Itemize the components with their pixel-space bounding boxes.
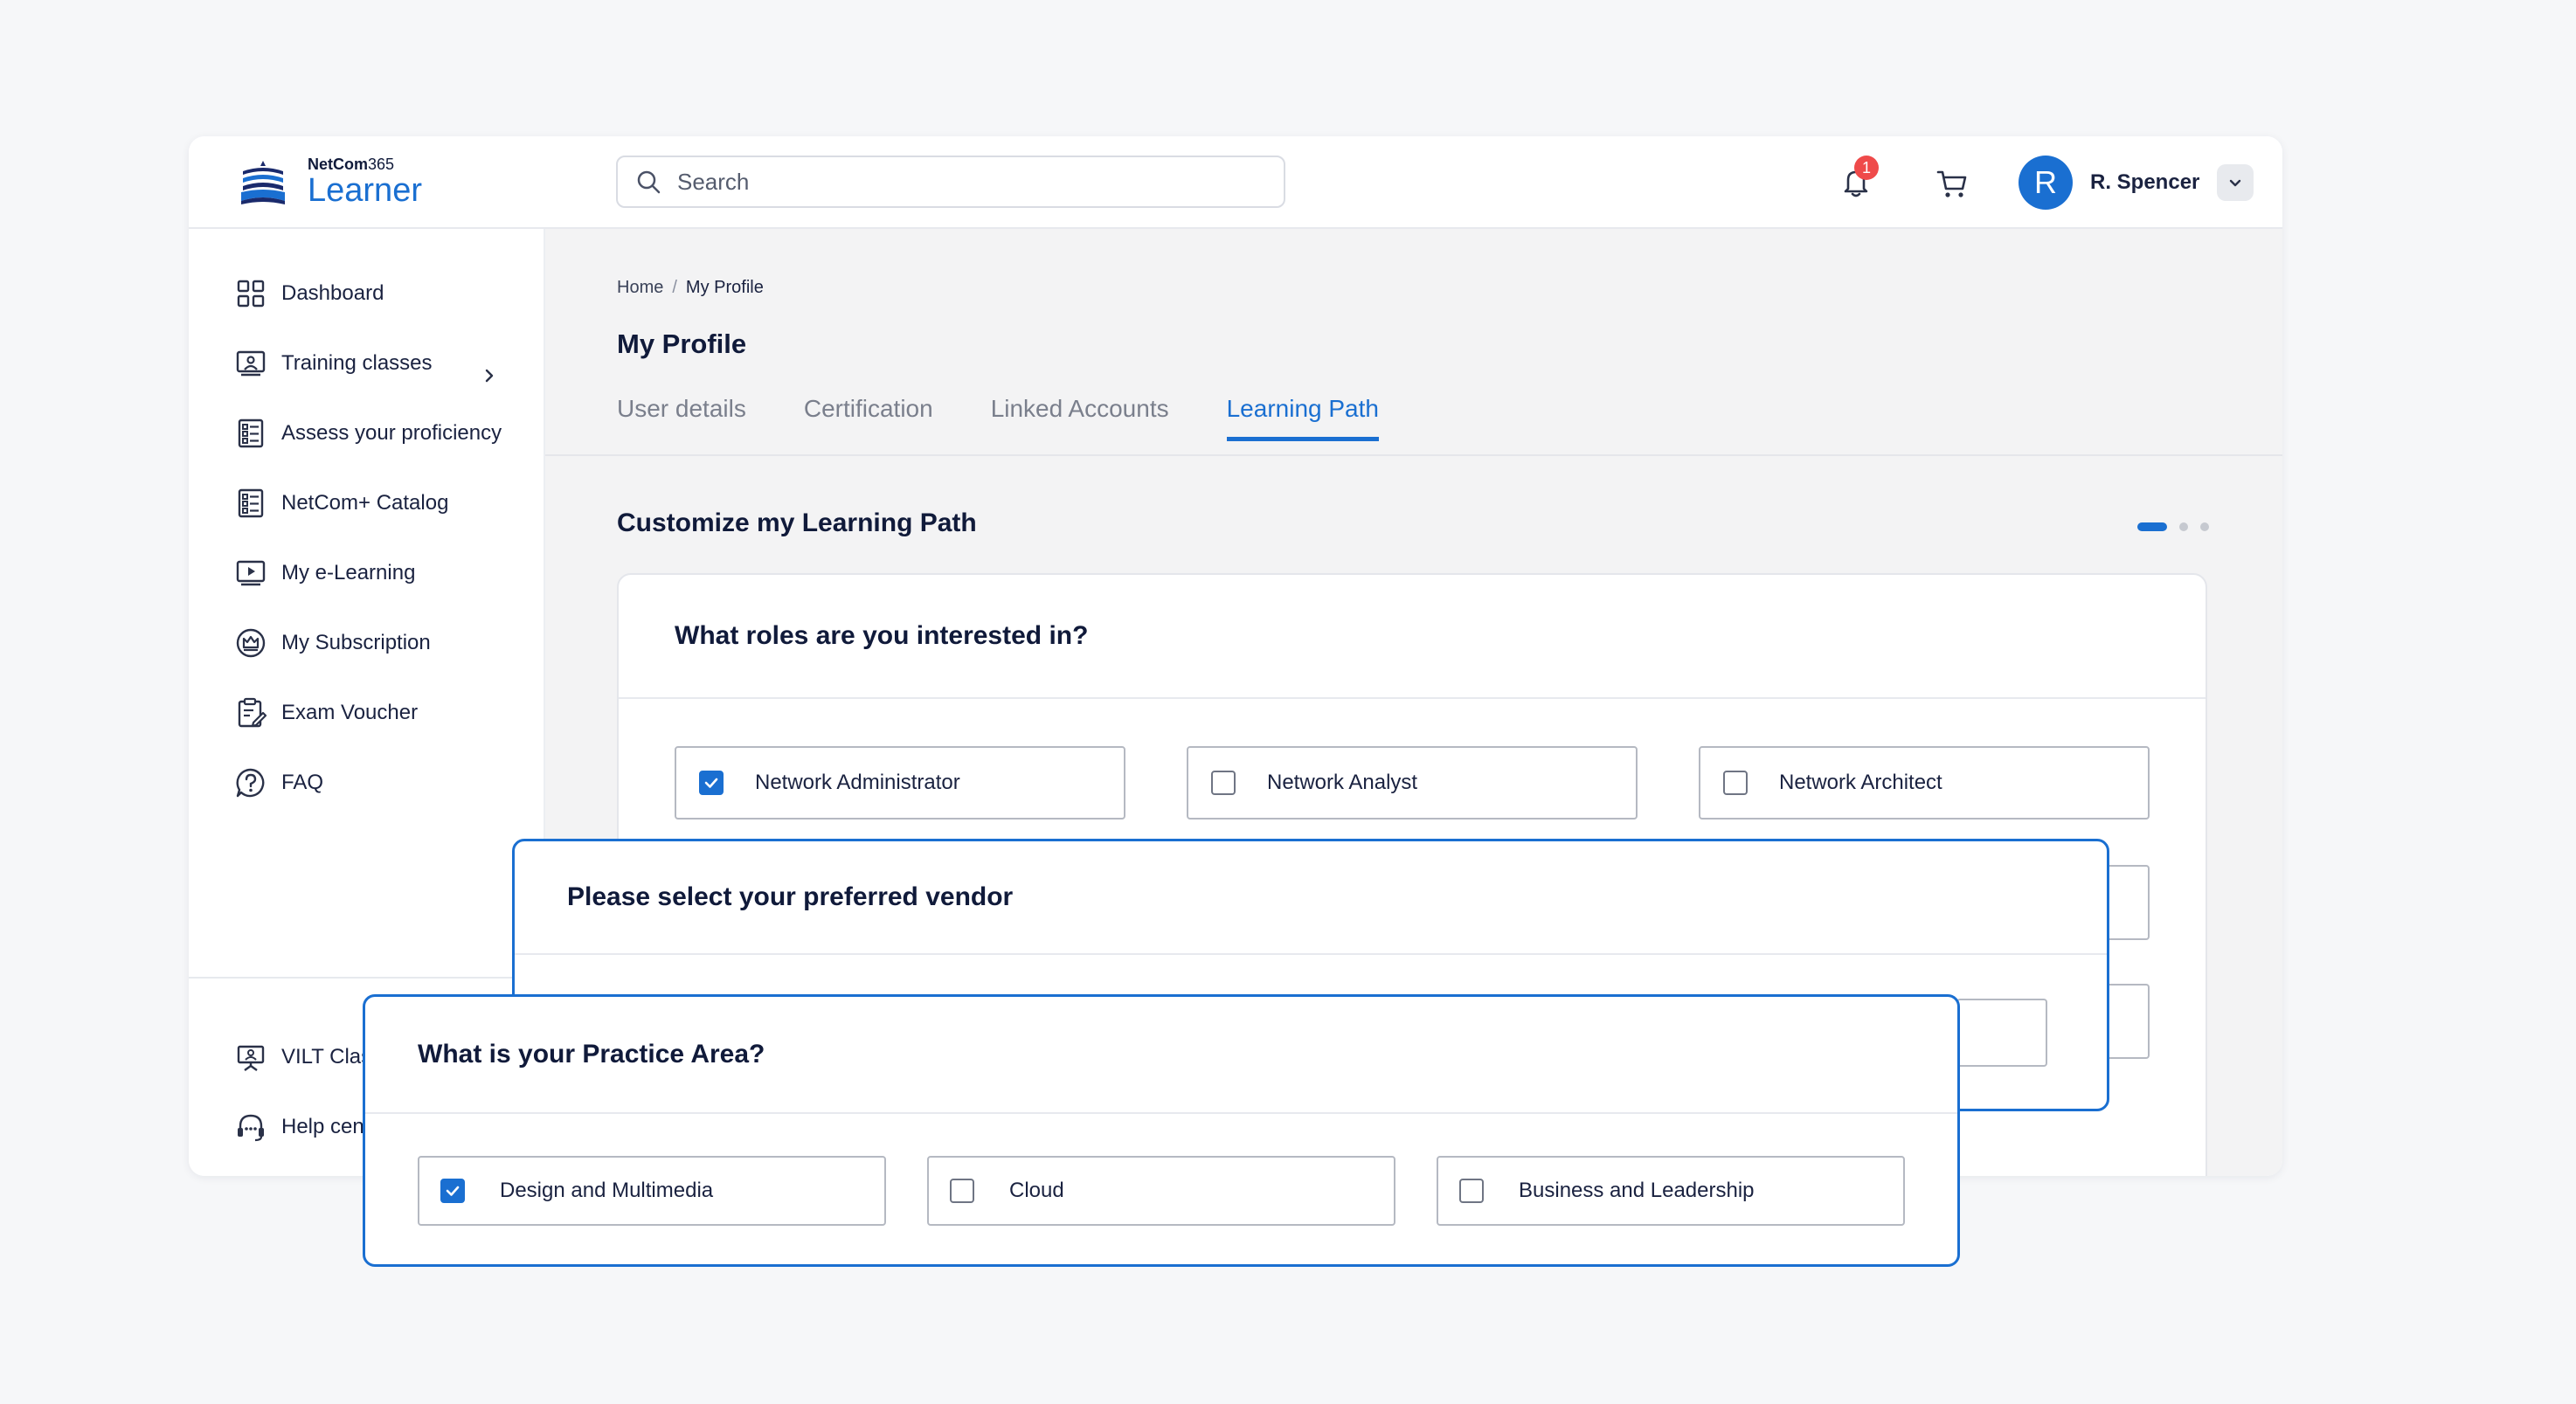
check-icon bbox=[446, 1186, 460, 1196]
user-name: R. Spencer bbox=[2090, 170, 2200, 194]
breadcrumb-current: My Profile bbox=[685, 278, 764, 297]
sidebar-item-label: Training classes bbox=[281, 351, 433, 375]
sidebar-item-label: FAQ bbox=[281, 771, 324, 794]
stacked-books-logo-icon bbox=[241, 161, 285, 204]
practice-question: What is your Practice Area? bbox=[365, 997, 1957, 1114]
hidden-option-box bbox=[1956, 999, 2047, 1067]
sidebar-item-label: NetCom+ Catalog bbox=[281, 491, 449, 515]
checklist-icon bbox=[238, 488, 264, 518]
option-label: Network Analyst bbox=[1267, 771, 1418, 794]
tab-learning-path[interactable]: Learning Path bbox=[1226, 395, 1379, 441]
clipboard-edit-icon bbox=[238, 697, 267, 728]
presentation-icon bbox=[236, 350, 266, 377]
sidebar-item-exam-voucher[interactable]: Exam Voucher bbox=[234, 694, 418, 732]
sidebar-item-my-subscription[interactable]: My Subscription bbox=[234, 624, 431, 662]
role-option-network-architect[interactable]: Network Architect bbox=[1699, 746, 2150, 820]
sidebar-item-label: Dashboard bbox=[281, 281, 384, 305]
chevron-down-icon bbox=[2230, 179, 2241, 187]
avatar[interactable]: R bbox=[2019, 156, 2073, 210]
sidebar-item-dashboard[interactable]: Dashboard bbox=[234, 274, 384, 313]
checkbox[interactable] bbox=[1723, 771, 1748, 795]
tab-linked-accounts[interactable]: Linked Accounts bbox=[991, 395, 1169, 441]
checkbox[interactable] bbox=[950, 1179, 974, 1203]
role-option-network-analyst[interactable]: Network Analyst bbox=[1187, 746, 1638, 820]
sidebar-item-label: My e-Learning bbox=[281, 561, 416, 584]
option-label: Network Administrator bbox=[755, 771, 960, 794]
sidebar-item-label: Exam Voucher bbox=[281, 701, 419, 724]
option-label: Network Architect bbox=[1779, 771, 1942, 794]
chevron-right-icon[interactable] bbox=[479, 365, 500, 386]
option-label: Cloud bbox=[1009, 1179, 1064, 1202]
tabs-divider bbox=[545, 454, 2282, 456]
crown-icon bbox=[236, 628, 266, 658]
step-dot bbox=[2200, 522, 2209, 531]
checkbox-checked[interactable] bbox=[699, 771, 724, 795]
profile-tabs: User details Certification Linked Accoun… bbox=[617, 395, 1437, 441]
brand-product: Learner bbox=[308, 172, 422, 209]
search-input[interactable] bbox=[677, 168, 1201, 196]
tab-user-details[interactable]: User details bbox=[617, 395, 746, 441]
cart-button[interactable] bbox=[1928, 159, 1977, 208]
step-dot bbox=[2179, 522, 2188, 531]
easel-icon bbox=[237, 1045, 265, 1071]
checkbox-checked[interactable] bbox=[440, 1179, 465, 1203]
vendor-question: Please select your preferred vendor bbox=[515, 841, 2107, 955]
sidebar-divider bbox=[189, 977, 545, 979]
role-option-network-administrator[interactable]: Network Administrator bbox=[675, 746, 1125, 820]
sidebar-item-label: Assess your proficiency bbox=[281, 421, 502, 445]
checklist-icon bbox=[238, 418, 264, 448]
sidebar-item-assess-proficiency[interactable]: Assess your proficiency bbox=[234, 414, 502, 453]
option-label: Design and Multimedia bbox=[500, 1179, 714, 1202]
user-menu[interactable]: R R. Spencer bbox=[2019, 156, 2254, 210]
practice-option-cloud[interactable]: Cloud bbox=[927, 1156, 1395, 1226]
sidebar-item-my-elearning[interactable]: My e-Learning bbox=[234, 554, 415, 592]
sidebar-item-training-classes[interactable]: Training classes bbox=[234, 344, 433, 383]
practice-area-card: What is your Practice Area? Design and M… bbox=[363, 994, 1960, 1267]
section-title: Customize my Learning Path bbox=[617, 508, 977, 537]
checkbox[interactable] bbox=[1211, 771, 1236, 795]
search-box[interactable] bbox=[616, 156, 1285, 208]
practice-option-business-leadership[interactable]: Business and Leadership bbox=[1437, 1156, 1905, 1226]
grid-icon bbox=[237, 280, 265, 308]
breadcrumb-separator: / bbox=[672, 278, 677, 297]
check-icon bbox=[704, 778, 718, 788]
page-title: My Profile bbox=[617, 329, 747, 359]
roles-question: What roles are you interested in? bbox=[619, 575, 2206, 699]
checkbox[interactable] bbox=[1459, 1179, 1484, 1203]
notification-count-badge: 1 bbox=[1854, 156, 1879, 180]
user-dropdown-button[interactable] bbox=[2217, 164, 2254, 201]
step-dot-active bbox=[2137, 522, 2167, 531]
breadcrumb-home-link[interactable]: Home bbox=[617, 278, 663, 298]
breadcrumb: Home / My Profile bbox=[617, 278, 764, 298]
brand-logo[interactable]: NetCom365 Learner bbox=[239, 156, 422, 208]
tab-certification[interactable]: Certification bbox=[804, 395, 933, 441]
sidebar-item-label: My Subscription bbox=[281, 631, 431, 654]
sidebar-item-netcom-catalog[interactable]: NetCom+ Catalog bbox=[234, 484, 448, 522]
headset-icon bbox=[238, 1114, 264, 1142]
play-screen-icon bbox=[236, 560, 266, 586]
option-label: Business and Leadership bbox=[1519, 1179, 1755, 1202]
search-icon bbox=[637, 170, 661, 194]
notifications-button[interactable]: 1 bbox=[1832, 156, 1880, 206]
top-bar: NetCom365 Learner 1 R R. Spencer bbox=[189, 136, 2282, 229]
step-indicator bbox=[2137, 522, 2209, 531]
shopping-cart-icon bbox=[1936, 170, 1967, 197]
brand-name: NetCom365 bbox=[308, 156, 395, 173]
question-icon bbox=[236, 768, 265, 798]
sidebar-item-faq[interactable]: FAQ bbox=[234, 764, 323, 802]
practice-option-design-multimedia[interactable]: Design and Multimedia bbox=[418, 1156, 886, 1226]
